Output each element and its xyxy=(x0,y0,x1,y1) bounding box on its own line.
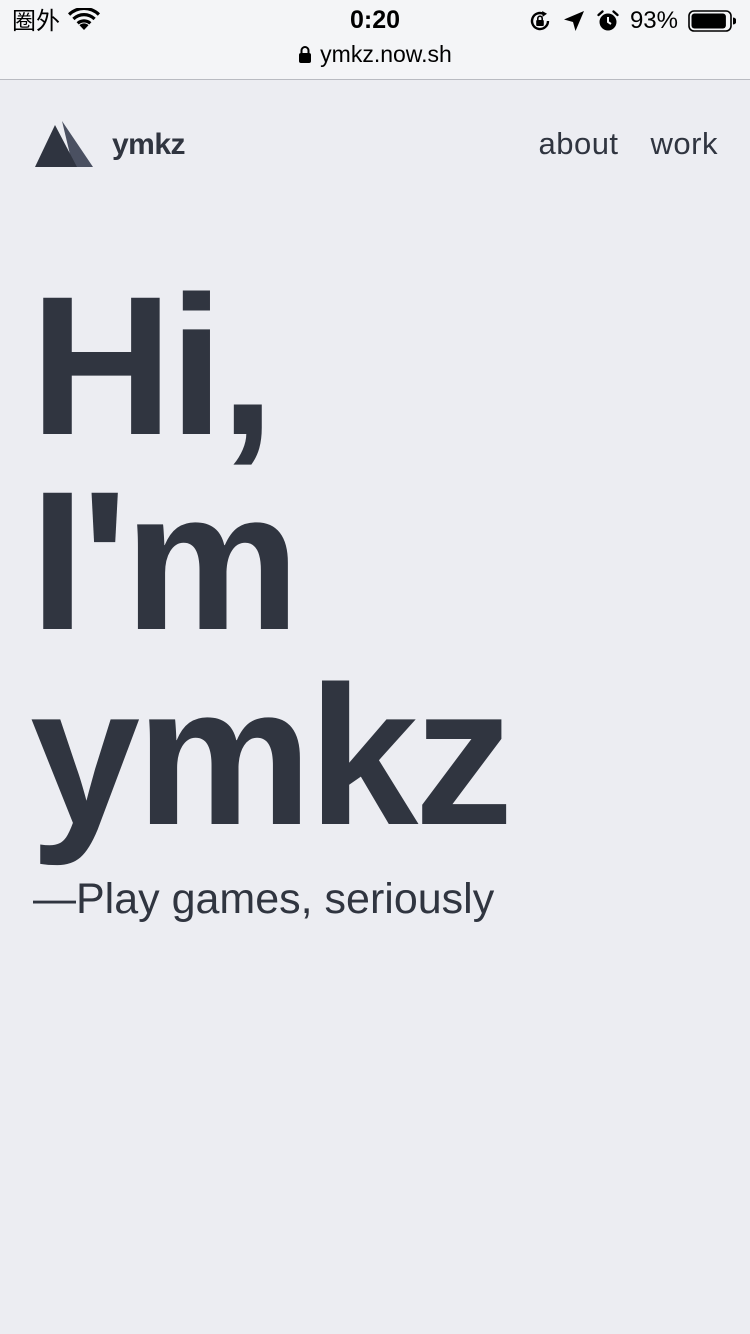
site-header: ymkz about work xyxy=(0,80,750,220)
status-right-group: 93% xyxy=(528,6,736,36)
lock-icon xyxy=(299,46,312,63)
hero-line-name: ymkz xyxy=(30,645,513,866)
logo-link[interactable]: ymkz xyxy=(35,120,186,168)
nav-link-about[interactable]: about xyxy=(538,124,618,164)
status-bar: 圈外 0:20 93% ymkz.now.sh xyxy=(0,0,750,80)
battery-fill xyxy=(691,13,726,29)
nav-link-work[interactable]: work xyxy=(651,124,718,164)
main-nav: about work xyxy=(538,124,718,164)
hero-heading: Hi, I'm ymkz xyxy=(30,255,513,866)
hero-line-greeting: Hi, xyxy=(30,255,275,476)
hero-line-intro: I'm xyxy=(30,450,300,671)
battery-icon xyxy=(688,10,736,32)
address-bar[interactable]: ymkz.now.sh xyxy=(0,40,750,68)
hero-tagline: —Play games, seriously xyxy=(33,875,495,923)
rotation-lock-icon xyxy=(530,11,550,31)
mountain-logo-icon xyxy=(35,121,93,167)
logo-text: ymkz xyxy=(112,128,186,161)
url-text[interactable]: ymkz.now.sh xyxy=(320,40,452,68)
alarm-icon xyxy=(597,10,619,31)
location-arrow-icon xyxy=(563,11,584,31)
battery-percent: 93% xyxy=(629,7,678,34)
